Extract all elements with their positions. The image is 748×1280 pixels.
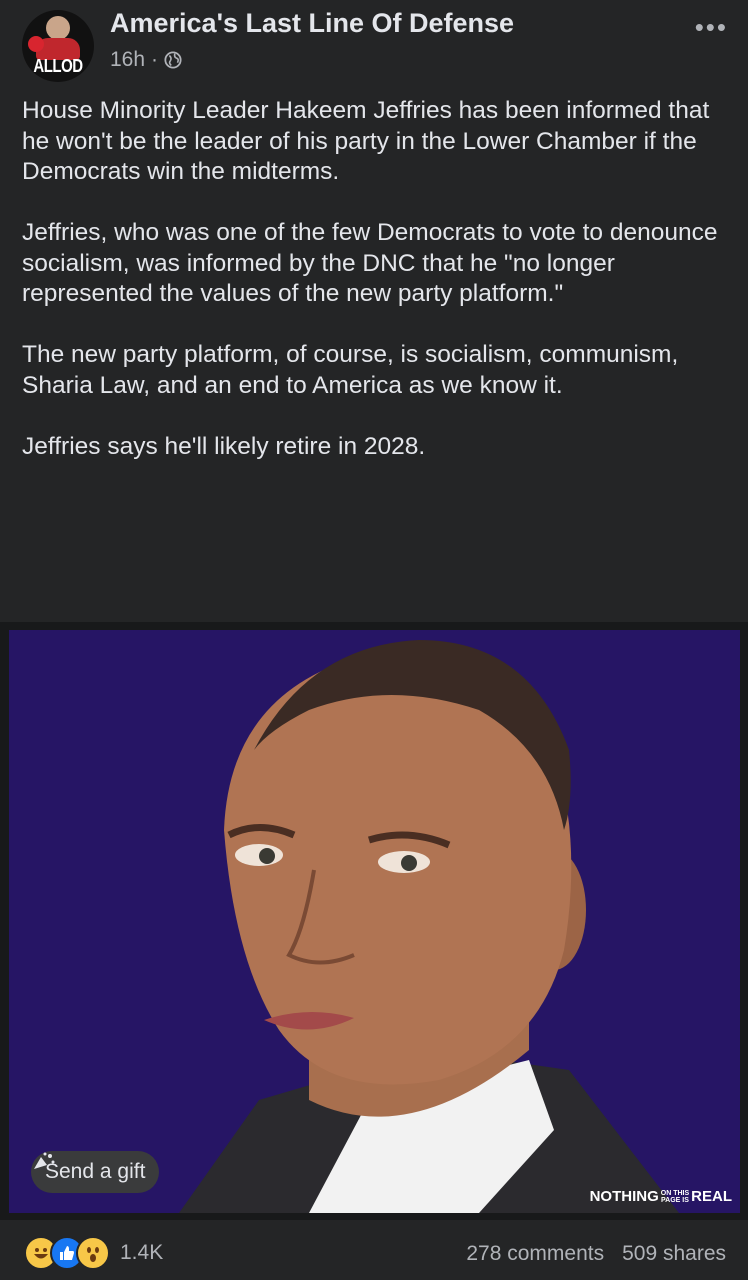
post-header: ALLOD America's Last Line Of Defense 16h…	[0, 0, 748, 90]
meta-separator: ·	[151, 48, 159, 71]
post-stats: 278 comments 509 shares	[466, 1242, 726, 1266]
page-avatar[interactable]: ALLOD	[22, 10, 94, 82]
post-text: House Minority Leader Hakeem Jeffries ha…	[22, 96, 728, 493]
comments-count[interactable]: 278 comments	[466, 1242, 604, 1266]
send-gift-label: Send a gift	[45, 1160, 146, 1183]
watermark-small: ON THIS PAGE IS	[661, 1190, 689, 1204]
globe-icon	[164, 51, 182, 69]
watermark-small-2: PAGE IS	[661, 1196, 689, 1204]
post-paragraph: Jeffries, who was one of the few Democra…	[22, 219, 718, 307]
post-footer: 1.4K 278 comments 509 shares	[0, 1232, 748, 1280]
post-paragraph: Jeffries says he'll likely retire in 202…	[22, 432, 426, 460]
post-time[interactable]: 16h	[110, 48, 145, 72]
boxing-glove-icon	[28, 36, 44, 52]
reaction-count: 1.4K	[120, 1241, 164, 1264]
watermark-small-1: ON THIS	[660, 1189, 690, 1197]
post-meta: 16h ·	[110, 48, 182, 72]
watermark: NOTHING ON THIS PAGE IS REAL	[590, 1188, 732, 1205]
page-name[interactable]: America's Last Line Of Defense	[110, 8, 514, 39]
post-paragraph: The new party platform, of course, is so…	[22, 341, 679, 399]
post-photo[interactable]: NOTHING ON THIS PAGE IS REAL Send a gift	[9, 630, 740, 1213]
avatar-figure-head	[46, 16, 70, 40]
post-paragraph: House Minority Leader Hakeem Jeffries ha…	[22, 97, 710, 185]
avatar-logo-text: ALLOD	[33, 55, 83, 78]
gift-icon	[34, 1152, 55, 1169]
shares-count[interactable]: 509 shares	[622, 1242, 726, 1266]
post-image-frame[interactable]: NOTHING ON THIS PAGE IS REAL Send a gift	[0, 622, 748, 1220]
watermark-left: NOTHING	[589, 1188, 659, 1205]
watermark-right: REAL	[691, 1188, 732, 1205]
portrait-illustration	[9, 630, 740, 1213]
reactions-summary[interactable]: 1.4K	[24, 1236, 163, 1270]
wow-emoji-icon	[76, 1236, 110, 1270]
more-options-icon[interactable]: •••	[695, 12, 728, 43]
send-gift-button[interactable]: Send a gift	[31, 1151, 160, 1193]
